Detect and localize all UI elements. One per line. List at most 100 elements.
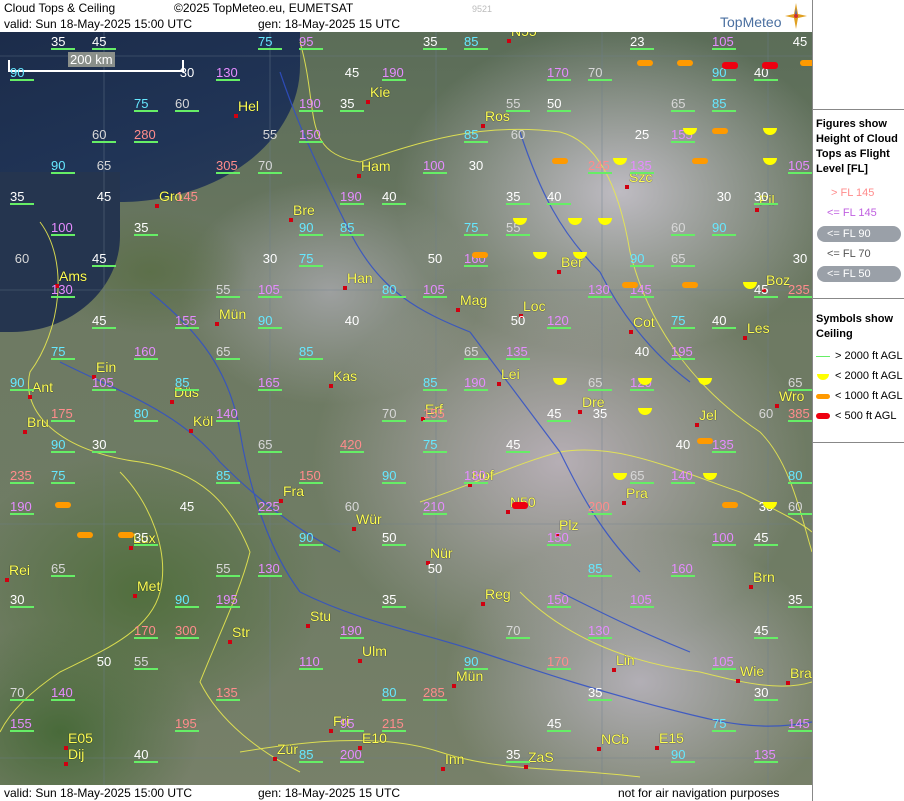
- flight-level-value: 85: [423, 375, 447, 391]
- flight-level-value: 65: [671, 96, 695, 112]
- flight-level-value: 45: [92, 251, 116, 267]
- flight-level-value: 130: [258, 561, 282, 577]
- flight-level-value: 155: [423, 406, 447, 422]
- city-label: Bra: [790, 665, 812, 681]
- flight-level-value: 305: [216, 158, 240, 174]
- city-label: N55: [511, 32, 537, 39]
- flight-level-value: 60: [344, 499, 360, 514]
- city-marker: [273, 757, 277, 761]
- yellow-half-circle-icon: [817, 374, 829, 380]
- flight-level-value: 75: [134, 96, 158, 112]
- flight-level-value: 195: [216, 592, 240, 608]
- flight-level-value: 145: [176, 189, 198, 204]
- city-marker: [612, 668, 616, 672]
- flight-level-value: 90: [299, 530, 323, 546]
- flight-level-value: 215: [382, 716, 406, 732]
- flight-level-value: 85: [299, 747, 323, 763]
- city-label: Hel: [238, 98, 260, 114]
- legend-fl-50: <= FL 50: [827, 268, 871, 280]
- flight-level-value: 35: [588, 685, 612, 701]
- flight-level-value: 55: [506, 96, 530, 112]
- flight-level-value: 120: [547, 313, 571, 329]
- city-marker: [578, 410, 582, 414]
- flight-level-value: 65: [588, 375, 612, 391]
- city-marker: [557, 270, 561, 274]
- flight-level-value: 155: [175, 313, 199, 329]
- flight-level-value: 75: [671, 313, 695, 329]
- flight-level-value: 170: [134, 623, 158, 639]
- flight-level-value: 45: [547, 716, 571, 732]
- flight-level-value: 135: [712, 437, 736, 453]
- flight-level-value: 75: [51, 344, 75, 360]
- flight-level-value: 105: [423, 282, 447, 298]
- ceiling-below-1000-icon: [55, 502, 71, 508]
- city-marker: [28, 395, 32, 399]
- flight-level-value: 65: [216, 344, 240, 360]
- flight-level-value: 30: [754, 189, 778, 205]
- flight-level-value: 175: [51, 406, 75, 422]
- flight-level-value: 40: [675, 437, 691, 452]
- city-label: Inn: [445, 751, 465, 767]
- flight-level-value: 40: [634, 344, 650, 359]
- city-label: Mün: [219, 306, 247, 322]
- flight-level-value: 135: [754, 747, 778, 763]
- city-label: Bru: [27, 414, 49, 430]
- flight-level-value: 105: [788, 158, 812, 174]
- city-label: ZaS: [528, 749, 554, 765]
- city-marker: [133, 594, 137, 598]
- flight-level-value: 130: [464, 468, 488, 484]
- flight-level-value: 35: [506, 747, 530, 763]
- legend-fl-90: <= FL 90: [827, 228, 871, 240]
- flight-level-value: 55: [216, 282, 240, 298]
- city-label: Zür: [277, 741, 298, 757]
- flight-level-value: 75: [464, 220, 488, 236]
- flight-level-value: 130: [588, 623, 612, 639]
- city-marker: [481, 602, 485, 606]
- ceiling-below-1000-icon: [682, 282, 698, 288]
- flight-level-value: 35: [340, 96, 364, 112]
- flight-level-value: 150: [547, 530, 571, 546]
- flight-level-value: 45: [92, 34, 116, 50]
- ceiling-below-1000-icon: [692, 158, 708, 164]
- legend-ceiling-below-500: < 500 ft AGL: [835, 410, 897, 422]
- flight-level-value: 140: [671, 468, 695, 484]
- city-marker: [506, 510, 510, 514]
- flight-level-value: 90: [51, 158, 75, 174]
- legend-ceiling-below-1000: < 1000 ft AGL: [835, 390, 903, 402]
- flight-level-value: 45: [96, 189, 112, 204]
- image-code: 9521: [472, 4, 493, 14]
- city-label: Mün: [456, 668, 484, 684]
- flight-level-value: 45: [547, 406, 571, 422]
- city-label: Reg: [485, 586, 511, 602]
- city-marker: [228, 640, 232, 644]
- flight-level-value: 90: [258, 313, 282, 329]
- ceiling-below-2000-icon: [598, 218, 612, 225]
- copyright-text: ©2025 TopMeteo.eu, EUMETSAT: [174, 1, 354, 15]
- flight-level-value: 225: [258, 499, 282, 515]
- legend-divider: [813, 442, 904, 443]
- flight-level-value: 40: [547, 189, 571, 205]
- flight-level-value: 420: [340, 437, 364, 453]
- flight-level-value: 45: [506, 437, 530, 453]
- flight-level-value: 170: [547, 65, 571, 81]
- city-marker: [215, 322, 219, 326]
- flight-level-value: 245: [588, 158, 612, 174]
- city-label: Les: [747, 320, 770, 336]
- city-marker: [695, 423, 699, 427]
- flight-level-value: 35: [506, 189, 530, 205]
- flight-level-value: 45: [344, 65, 360, 80]
- flight-level-value: 200: [588, 499, 612, 515]
- red-bar-icon: [816, 413, 830, 419]
- flight-level-value: 70: [588, 65, 612, 81]
- city-marker: [743, 336, 747, 340]
- city-label: Kie: [370, 84, 391, 100]
- flight-level-value: 100: [423, 158, 447, 174]
- flight-level-value: 135: [216, 685, 240, 701]
- legend-divider: [813, 109, 904, 110]
- flight-level-value: 75: [712, 716, 736, 732]
- city-marker: [441, 767, 445, 771]
- ceiling-below-1000-icon: [677, 60, 693, 66]
- flight-level-value: 100: [712, 530, 736, 546]
- flight-level-value: 210: [423, 499, 447, 515]
- flight-level-value: 130: [588, 282, 612, 298]
